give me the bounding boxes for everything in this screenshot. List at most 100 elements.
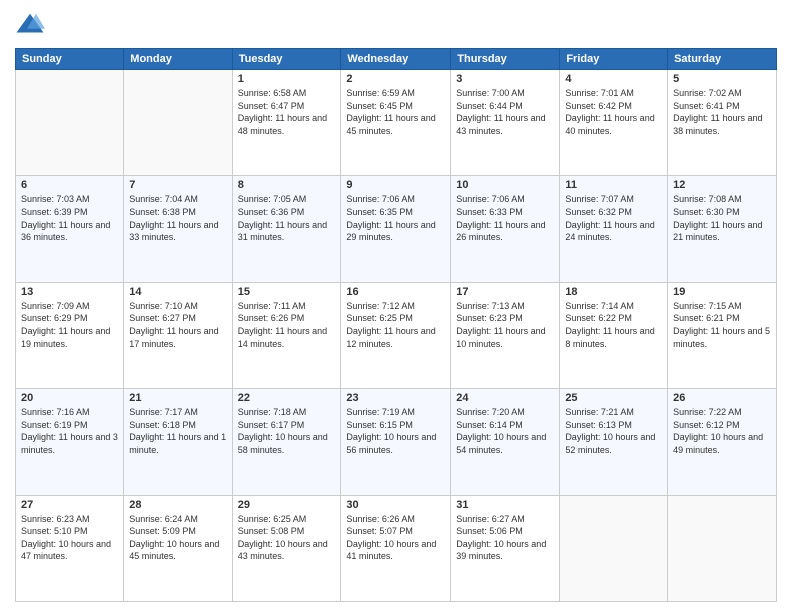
calendar-day-10: 10 Sunrise: 7:06 AMSunset: 6:33 PMDayligh… [451,176,560,282]
calendar-day-5: 5 Sunrise: 7:02 AMSunset: 6:41 PMDaylight… [668,70,777,176]
day-number: 18 [565,286,662,298]
day-info: Sunrise: 6:24 AMSunset: 5:09 PMDaylight:… [129,513,226,563]
day-number: 27 [21,499,118,511]
calendar-day-4: 4 Sunrise: 7:01 AMSunset: 6:42 PMDaylight… [560,70,668,176]
calendar-week-3: 13 Sunrise: 7:09 AMSunset: 6:29 PMDayligh… [16,282,777,388]
calendar-body: 1 Sunrise: 6:58 AMSunset: 6:47 PMDaylight… [16,70,777,602]
day-number: 8 [238,179,336,191]
calendar-day-29: 29 Sunrise: 6:25 AMSunset: 5:08 PMDayligh… [232,495,341,601]
day-info: Sunrise: 7:14 AMSunset: 6:22 PMDaylight:… [565,300,662,350]
day-number: 20 [21,392,118,404]
calendar-day-15: 15Sunrise: 7:11 AMSunset: 6:26 PMDayligh… [232,282,341,388]
calendar-day-30: 30Sunrise: 6:26 AMSunset: 5:07 PMDayligh… [341,495,451,601]
day-number: 6 [21,179,118,191]
day-number: 30 [346,499,445,511]
day-header-monday: Monday [124,49,232,70]
day-number: 23 [346,392,445,404]
day-header-tuesday: Tuesday [232,49,341,70]
day-number: 1 [238,73,336,85]
day-number: 3 [456,73,554,85]
day-header-sunday: Sunday [16,49,124,70]
day-info: Sunrise: 6:58 AMSunset: 6:47 PMDaylight:… [238,87,336,137]
calendar-empty-cell [560,495,668,601]
day-number: 12 [673,179,771,191]
calendar-day-3: 3 Sunrise: 7:00 AMSunset: 6:44 PMDaylight… [451,70,560,176]
day-info: Sunrise: 7:20 AMSunset: 6:14 PMDaylight:… [456,406,554,456]
day-header-wednesday: Wednesday [341,49,451,70]
day-number: 29 [238,499,336,511]
calendar-day-7: 7 Sunrise: 7:04 AMSunset: 6:38 PMDaylight… [124,176,232,282]
calendar-day-23: 23 Sunrise: 7:19 AMSunset: 6:15 PMDayligh… [341,389,451,495]
day-number: 31 [456,499,554,511]
day-info: Sunrise: 7:00 AMSunset: 6:44 PMDaylight:… [456,87,554,137]
calendar-day-26: 26Sunrise: 7:22 AMSunset: 6:12 PMDayligh… [668,389,777,495]
calendar-day-20: 20 Sunrise: 7:16 AMSunset: 6:19 PMDayligh… [16,389,124,495]
day-number: 11 [565,179,662,191]
day-number: 16 [346,286,445,298]
calendar-day-9: 9Sunrise: 7:06 AMSunset: 6:35 PMDaylight… [341,176,451,282]
calendar-day-6: 6 Sunrise: 7:03 AMSunset: 6:39 PMDaylight… [16,176,124,282]
day-number: 17 [456,286,554,298]
day-info: Sunrise: 7:19 AMSunset: 6:15 PMDaylight:… [346,406,445,456]
day-info: Sunrise: 7:01 AMSunset: 6:42 PMDaylight:… [565,87,662,137]
day-info: Sunrise: 7:06 AMSunset: 6:33 PMDaylight:… [456,193,554,243]
calendar-week-5: 27Sunrise: 6:23 AMSunset: 5:10 PMDayligh… [16,495,777,601]
day-number: 22 [238,392,336,404]
day-info: Sunrise: 7:07 AMSunset: 6:32 PMDaylight:… [565,193,662,243]
day-number: 19 [673,286,771,298]
day-number: 24 [456,392,554,404]
day-header-saturday: Saturday [668,49,777,70]
calendar-day-12: 12 Sunrise: 7:08 AMSunset: 6:30 PMDayligh… [668,176,777,282]
day-info: Sunrise: 6:27 AMSunset: 5:06 PMDaylight:… [456,513,554,563]
day-info: Sunrise: 7:05 AMSunset: 6:36 PMDaylight:… [238,193,336,243]
calendar-day-14: 14 Sunrise: 7:10 AMSunset: 6:27 PMDayligh… [124,282,232,388]
day-number: 21 [129,392,226,404]
calendar-day-13: 13 Sunrise: 7:09 AMSunset: 6:29 PMDayligh… [16,282,124,388]
calendar-day-31: 31 Sunrise: 6:27 AMSunset: 5:06 PMDayligh… [451,495,560,601]
day-info: Sunrise: 7:16 AMSunset: 6:19 PMDaylight:… [21,406,118,456]
day-info: Sunrise: 7:10 AMSunset: 6:27 PMDaylight:… [129,300,226,350]
day-number: 10 [456,179,554,191]
logo-icon [15,10,45,40]
day-number: 7 [129,179,226,191]
page: SundayMondayTuesdayWednesdayThursdayFrid… [0,0,792,612]
calendar-day-8: 8 Sunrise: 7:05 AMSunset: 6:36 PMDaylight… [232,176,341,282]
day-info: Sunrise: 7:09 AMSunset: 6:29 PMDaylight:… [21,300,118,350]
day-number: 28 [129,499,226,511]
day-number: 5 [673,73,771,85]
day-info: Sunrise: 7:02 AMSunset: 6:41 PMDaylight:… [673,87,771,137]
day-info: Sunrise: 6:59 AMSunset: 6:45 PMDaylight:… [346,87,445,137]
header [15,10,777,40]
calendar-day-18: 18 Sunrise: 7:14 AMSunset: 6:22 PMDayligh… [560,282,668,388]
day-info: Sunrise: 7:08 AMSunset: 6:30 PMDaylight:… [673,193,771,243]
calendar-empty-cell [668,495,777,601]
day-info: Sunrise: 7:12 AMSunset: 6:25 PMDaylight:… [346,300,445,350]
calendar-day-28: 28 Sunrise: 6:24 AMSunset: 5:09 PMDayligh… [124,495,232,601]
calendar-day-17: 17 Sunrise: 7:13 AMSunset: 6:23 PMDayligh… [451,282,560,388]
day-number: 14 [129,286,226,298]
calendar-week-4: 20 Sunrise: 7:16 AMSunset: 6:19 PMDayligh… [16,389,777,495]
day-number: 4 [565,73,662,85]
calendar-day-2: 2 Sunrise: 6:59 AMSunset: 6:45 PMDaylight… [341,70,451,176]
calendar-table: SundayMondayTuesdayWednesdayThursdayFrid… [15,48,777,602]
day-number: 9 [346,179,445,191]
calendar-day-19: 19 Sunrise: 7:15 AMSunset: 6:21 PMDayligh… [668,282,777,388]
day-number: 25 [565,392,662,404]
day-number: 2 [346,73,445,85]
calendar-day-22: 22Sunrise: 7:18 AMSunset: 6:17 PMDayligh… [232,389,341,495]
calendar-week-2: 6 Sunrise: 7:03 AMSunset: 6:39 PMDaylight… [16,176,777,282]
calendar-empty-cell [124,70,232,176]
calendar-day-11: 11 Sunrise: 7:07 AMSunset: 6:32 PMDayligh… [560,176,668,282]
day-number: 15 [238,286,336,298]
calendar-empty-cell [16,70,124,176]
day-info: Sunrise: 7:15 AMSunset: 6:21 PMDaylight:… [673,300,771,350]
day-info: Sunrise: 7:03 AMSunset: 6:39 PMDaylight:… [21,193,118,243]
day-info: Sunrise: 6:25 AMSunset: 5:08 PMDaylight:… [238,513,336,563]
calendar-day-25: 25Sunrise: 7:21 AMSunset: 6:13 PMDayligh… [560,389,668,495]
day-info: Sunrise: 7:04 AMSunset: 6:38 PMDaylight:… [129,193,226,243]
calendar-day-21: 21Sunrise: 7:17 AMSunset: 6:18 PMDayligh… [124,389,232,495]
calendar-day-1: 1 Sunrise: 6:58 AMSunset: 6:47 PMDaylight… [232,70,341,176]
day-info: Sunrise: 7:13 AMSunset: 6:23 PMDaylight:… [456,300,554,350]
day-number: 13 [21,286,118,298]
calendar-week-1: 1 Sunrise: 6:58 AMSunset: 6:47 PMDaylight… [16,70,777,176]
